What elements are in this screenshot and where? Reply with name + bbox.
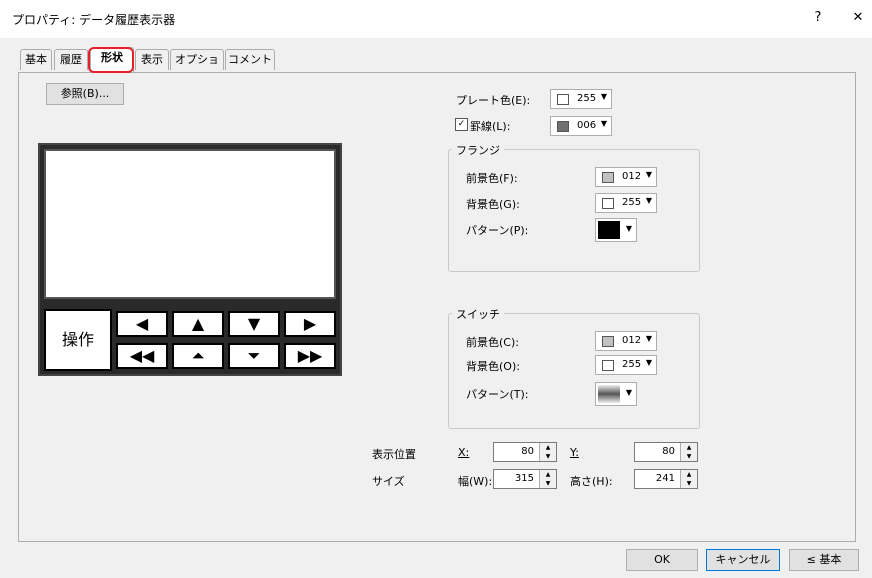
- pattern-solid-swatch: [598, 221, 620, 239]
- switch-fg-value: 012: [622, 335, 642, 346]
- border-label: 罫線(L):: [470, 120, 511, 133]
- preview-nav-right: ▶: [284, 311, 336, 337]
- flange-bg-swatch: [602, 198, 614, 209]
- size-width-spinner[interactable]: 315 ▲ ▼: [493, 469, 557, 489]
- shape-preview: 操作 ◀ ▲ ▼ ▶ ◀◀ ⏶ ⏷ ▶▶: [38, 143, 342, 376]
- close-button[interactable]: ✕: [848, 8, 868, 28]
- preview-nav-page-up: ⏶: [172, 343, 224, 369]
- preview-screen: [44, 149, 336, 299]
- browse-button[interactable]: 参照(B)...: [46, 83, 124, 105]
- flange-bg-label: 背景色(G):: [466, 198, 520, 211]
- border-color-value: 006: [577, 120, 597, 131]
- switch-bg-value: 255: [622, 359, 642, 370]
- tab-comment[interactable]: コメント: [225, 49, 275, 70]
- flange-bg-value: 255: [622, 197, 642, 208]
- chevron-down-icon: ▼: [600, 119, 607, 128]
- position-x-label: X:: [458, 446, 470, 459]
- switch-fg-label: 前景色(C):: [466, 336, 519, 349]
- size-height-label: 高さ(H):: [570, 475, 613, 488]
- help-button[interactable]: ?: [808, 8, 828, 28]
- flange-fg-swatch: [602, 172, 614, 183]
- spinner-arrows-icon[interactable]: ▲ ▼: [539, 470, 556, 488]
- flange-pattern-label: パターン(P):: [466, 224, 529, 237]
- size-label: サイズ: [372, 475, 405, 488]
- spinner-arrows-icon[interactable]: ▲ ▼: [680, 443, 697, 461]
- switch-bg-select[interactable]: 255 ▼: [595, 355, 657, 375]
- switch-fg-select[interactable]: 012 ▼: [595, 331, 657, 351]
- tab-history[interactable]: 履歴: [54, 49, 88, 70]
- flange-group-title: フランジ: [452, 142, 504, 158]
- active-tab-highlight: [88, 47, 134, 73]
- flange-fg-select[interactable]: 012 ▼: [595, 167, 657, 187]
- back-to-basic-button[interactable]: ≤ 基本: [789, 549, 859, 571]
- chevron-down-icon: ▼: [645, 358, 652, 367]
- preview-nav-page-down: ⏷: [228, 343, 280, 369]
- flange-fg-label: 前景色(F):: [466, 172, 518, 185]
- plate-color-value: 255: [577, 93, 597, 104]
- chevron-down-icon: ▼: [645, 334, 652, 343]
- border-color-select[interactable]: 006 ▼: [550, 116, 612, 136]
- chevron-down-icon: ▼: [625, 388, 632, 397]
- position-x-value: 80: [521, 446, 534, 457]
- preview-nav-last: ▶▶: [284, 343, 336, 369]
- plate-color-select[interactable]: 255 ▼: [550, 89, 612, 109]
- border-color-swatch: [557, 121, 569, 132]
- switch-pattern-select[interactable]: ▼: [595, 382, 637, 406]
- position-y-spinner[interactable]: 80 ▲ ▼: [634, 442, 698, 462]
- preview-operate-button: 操作: [44, 309, 112, 371]
- plate-color-label: プレート色(E):: [456, 94, 531, 107]
- tab-display[interactable]: 表示: [135, 49, 169, 70]
- flange-fg-value: 012: [622, 171, 642, 182]
- pattern-gradient-swatch: [598, 385, 620, 403]
- switch-group-title: スイッチ: [452, 306, 504, 322]
- size-height-spinner[interactable]: 241 ▲ ▼: [634, 469, 698, 489]
- preview-nav-first: ◀◀: [116, 343, 168, 369]
- position-y-label: Y:: [570, 446, 579, 459]
- chevron-down-icon: ▼: [645, 170, 652, 179]
- chevron-down-icon: ▼: [600, 92, 607, 101]
- switch-fg-swatch: [602, 336, 614, 347]
- position-x-spinner[interactable]: 80 ▲ ▼: [493, 442, 557, 462]
- position-label: 表示位置: [372, 448, 416, 461]
- preview-nav-down: ▼: [228, 311, 280, 337]
- preview-nav-left: ◀: [116, 311, 168, 337]
- size-width-value: 315: [514, 473, 534, 484]
- switch-pattern-label: パターン(T):: [466, 388, 529, 401]
- border-checkbox[interactable]: ✓: [455, 118, 468, 131]
- chevron-down-icon: ▼: [625, 224, 632, 233]
- preview-nav-up: ▲: [172, 311, 224, 337]
- ok-button[interactable]: OK: [626, 549, 698, 571]
- chevron-down-icon: ▼: [645, 196, 652, 205]
- tab-options[interactable]: オプション: [170, 49, 224, 86]
- spinner-arrows-icon[interactable]: ▲ ▼: [680, 470, 697, 488]
- window-title: プロパティ: データ履歴表示器: [12, 13, 176, 27]
- size-width-label: 幅(W):: [458, 475, 493, 488]
- size-height-value: 241: [655, 473, 675, 484]
- switch-bg-swatch: [602, 360, 614, 371]
- tab-basic[interactable]: 基本: [20, 49, 52, 70]
- cancel-button[interactable]: キャンセル: [706, 549, 780, 571]
- plate-color-swatch: [557, 94, 569, 105]
- switch-bg-label: 背景色(O):: [466, 360, 520, 373]
- spinner-arrows-icon[interactable]: ▲ ▼: [539, 443, 556, 461]
- position-y-value: 80: [662, 446, 675, 457]
- flange-pattern-select[interactable]: ▼: [595, 218, 637, 242]
- flange-bg-select[interactable]: 255 ▼: [595, 193, 657, 213]
